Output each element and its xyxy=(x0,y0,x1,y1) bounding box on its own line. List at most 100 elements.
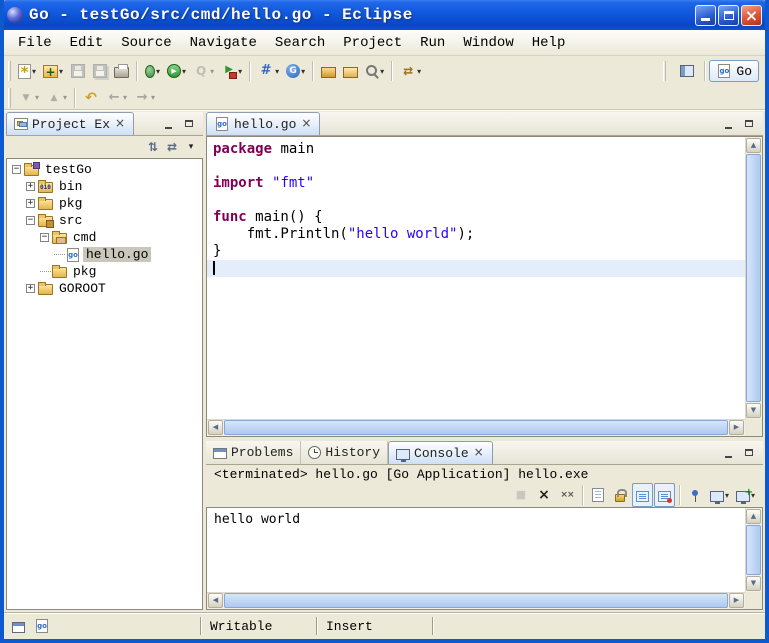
scrollbar-thumb[interactable] xyxy=(746,154,761,402)
editor-vertical-scrollbar[interactable]: ▲ ▼ xyxy=(745,137,762,419)
collapse-all-button[interactable]: ⇅ xyxy=(145,139,161,155)
scrollbar-thumb[interactable] xyxy=(224,420,728,435)
minimize-view-button[interactable] xyxy=(720,445,736,461)
menu-project[interactable]: Project xyxy=(334,32,411,54)
editor-horizontal-scrollbar[interactable]: ◀ ▶ xyxy=(207,419,745,436)
menu-source[interactable]: Source xyxy=(112,32,180,54)
scroll-down-button[interactable]: ▼ xyxy=(746,403,761,418)
open-perspective-button[interactable] xyxy=(673,60,701,82)
tree-item-pkg[interactable]: +pkg xyxy=(9,195,200,212)
print-button[interactable] xyxy=(111,59,132,83)
tree-item-pkg[interactable]: pkg xyxy=(9,263,200,280)
code-line[interactable]: } xyxy=(207,243,745,260)
minimize-view-button[interactable] xyxy=(160,116,176,132)
expand-toggle-icon[interactable]: − xyxy=(26,216,35,225)
code-editor[interactable]: package main import "fmt" func main() { fm… xyxy=(207,137,745,419)
open-console-button[interactable]: ▾ xyxy=(733,483,758,507)
minimize-view-button[interactable] xyxy=(720,116,736,132)
expand-toggle-icon[interactable]: − xyxy=(12,165,21,174)
code-line[interactable] xyxy=(207,260,745,277)
console-horizontal-scrollbar[interactable]: ◀ ▶ xyxy=(207,592,745,609)
expand-toggle-icon[interactable]: − xyxy=(40,233,49,242)
menu-help[interactable]: Help xyxy=(523,32,575,54)
code-line[interactable]: package main xyxy=(207,141,745,158)
toolbar-grip[interactable] xyxy=(8,61,11,81)
last-edit-button[interactable]: ↶ xyxy=(80,86,102,110)
scroll-right-button[interactable]: ▶ xyxy=(729,593,744,608)
scroll-left-button[interactable]: ◀ xyxy=(208,420,223,435)
code-line[interactable] xyxy=(207,192,745,209)
external-tools-button[interactable]: ▶▾ xyxy=(218,59,245,83)
display-console-button[interactable]: ▾ xyxy=(707,483,732,507)
search-button[interactable]: ▾ xyxy=(362,59,387,83)
code-line[interactable]: import "fmt" xyxy=(207,175,745,192)
minimize-button[interactable] xyxy=(695,5,716,26)
remove-launch-button[interactable]: × xyxy=(533,483,555,507)
team-sync-button[interactable]: ⇄▾ xyxy=(397,59,424,83)
expand-toggle-icon[interactable]: + xyxy=(26,182,35,191)
tree-item-bin[interactable]: +bin xyxy=(9,178,200,195)
scroll-left-button[interactable]: ◀ xyxy=(208,593,223,608)
show-stdout-button[interactable] xyxy=(632,483,653,507)
close-tab-icon[interactable] xyxy=(473,447,485,460)
code-line[interactable]: func main() { xyxy=(207,209,745,226)
scroll-lock-button[interactable] xyxy=(610,483,631,507)
menu-navigate[interactable]: Navigate xyxy=(181,32,266,54)
new-wizard-button[interactable]: *▾ xyxy=(15,59,39,83)
close-button[interactable] xyxy=(741,5,762,26)
menu-edit[interactable]: Edit xyxy=(61,32,113,54)
tab-console[interactable]: Console xyxy=(388,441,493,464)
tree-item-hello-go[interactable]: hello.go xyxy=(9,246,200,263)
run-button[interactable]: ▶▾ xyxy=(164,59,189,83)
menu-run[interactable]: Run xyxy=(411,32,454,54)
project-explorer-tab[interactable]: Project Ex xyxy=(6,112,134,135)
menu-window[interactable]: Window xyxy=(454,32,522,54)
close-tab-icon[interactable] xyxy=(114,118,126,131)
open-type-button[interactable] xyxy=(340,59,361,83)
scroll-down-button[interactable]: ▼ xyxy=(746,576,761,591)
debug-button[interactable]: ▾ xyxy=(142,59,163,83)
expand-toggle-icon[interactable]: + xyxy=(26,284,35,293)
tab-history[interactable]: History xyxy=(301,441,388,464)
maximize-view-button[interactable] xyxy=(181,116,197,132)
pin-console-button[interactable] xyxy=(685,483,706,507)
scroll-up-button[interactable]: ▲ xyxy=(746,138,761,153)
console-output[interactable]: hello world xyxy=(207,508,745,592)
tab-problems[interactable]: Problems xyxy=(206,441,301,464)
remove-all-button[interactable]: ×× xyxy=(556,483,578,507)
tree-item-cmd[interactable]: −cmd xyxy=(9,229,200,246)
view-menu-button[interactable]: ▾ xyxy=(183,139,199,155)
code-line[interactable]: fmt.Println("hello world"); xyxy=(207,226,745,243)
close-tab-icon[interactable] xyxy=(300,118,312,131)
menu-file[interactable]: File xyxy=(9,32,61,54)
expand-toggle-icon[interactable]: + xyxy=(26,199,35,208)
scrollbar-corner xyxy=(745,419,762,436)
clear-console-button[interactable] xyxy=(588,483,609,507)
maximize-view-button[interactable] xyxy=(741,116,757,132)
console-vertical-scrollbar[interactable]: ▲ ▼ xyxy=(745,508,762,592)
scrollbar-thumb[interactable] xyxy=(224,593,728,608)
scroll-up-button[interactable]: ▲ xyxy=(746,509,761,524)
menu-search[interactable]: Search xyxy=(266,32,334,54)
new-project-button[interactable]: +▾ xyxy=(40,59,66,83)
go-status-icon[interactable] xyxy=(36,619,48,633)
tree-item-testgo[interactable]: −testGo xyxy=(9,161,200,178)
maximize-button[interactable] xyxy=(718,5,739,26)
link-editor-button[interactable]: ⇄ xyxy=(164,139,180,155)
open-resource-button[interactable] xyxy=(318,59,339,83)
toolbar-grip[interactable] xyxy=(663,61,666,81)
fast-view-icon[interactable] xyxy=(12,622,25,633)
tree-item-src[interactable]: −src xyxy=(9,212,200,229)
code-line[interactable] xyxy=(207,158,745,175)
new-go-app-button[interactable]: #▾ xyxy=(255,59,282,83)
titlebar[interactable]: Go - testGo/src/cmd/hello.go - Eclipse xyxy=(0,0,769,30)
show-stderr-button[interactable] xyxy=(654,483,675,507)
scroll-right-button[interactable]: ▶ xyxy=(729,420,744,435)
tree-item-goroot[interactable]: +GOROOT xyxy=(9,280,200,297)
editor-tab-hello-go[interactable]: hello.go xyxy=(206,112,320,135)
go-doc-button[interactable]: G▾ xyxy=(283,59,308,83)
scrollbar-thumb[interactable] xyxy=(746,525,761,575)
go-perspective-button[interactable]: Go xyxy=(709,60,759,82)
maximize-view-button[interactable] xyxy=(741,445,757,461)
toolbar-grip[interactable] xyxy=(8,88,11,108)
